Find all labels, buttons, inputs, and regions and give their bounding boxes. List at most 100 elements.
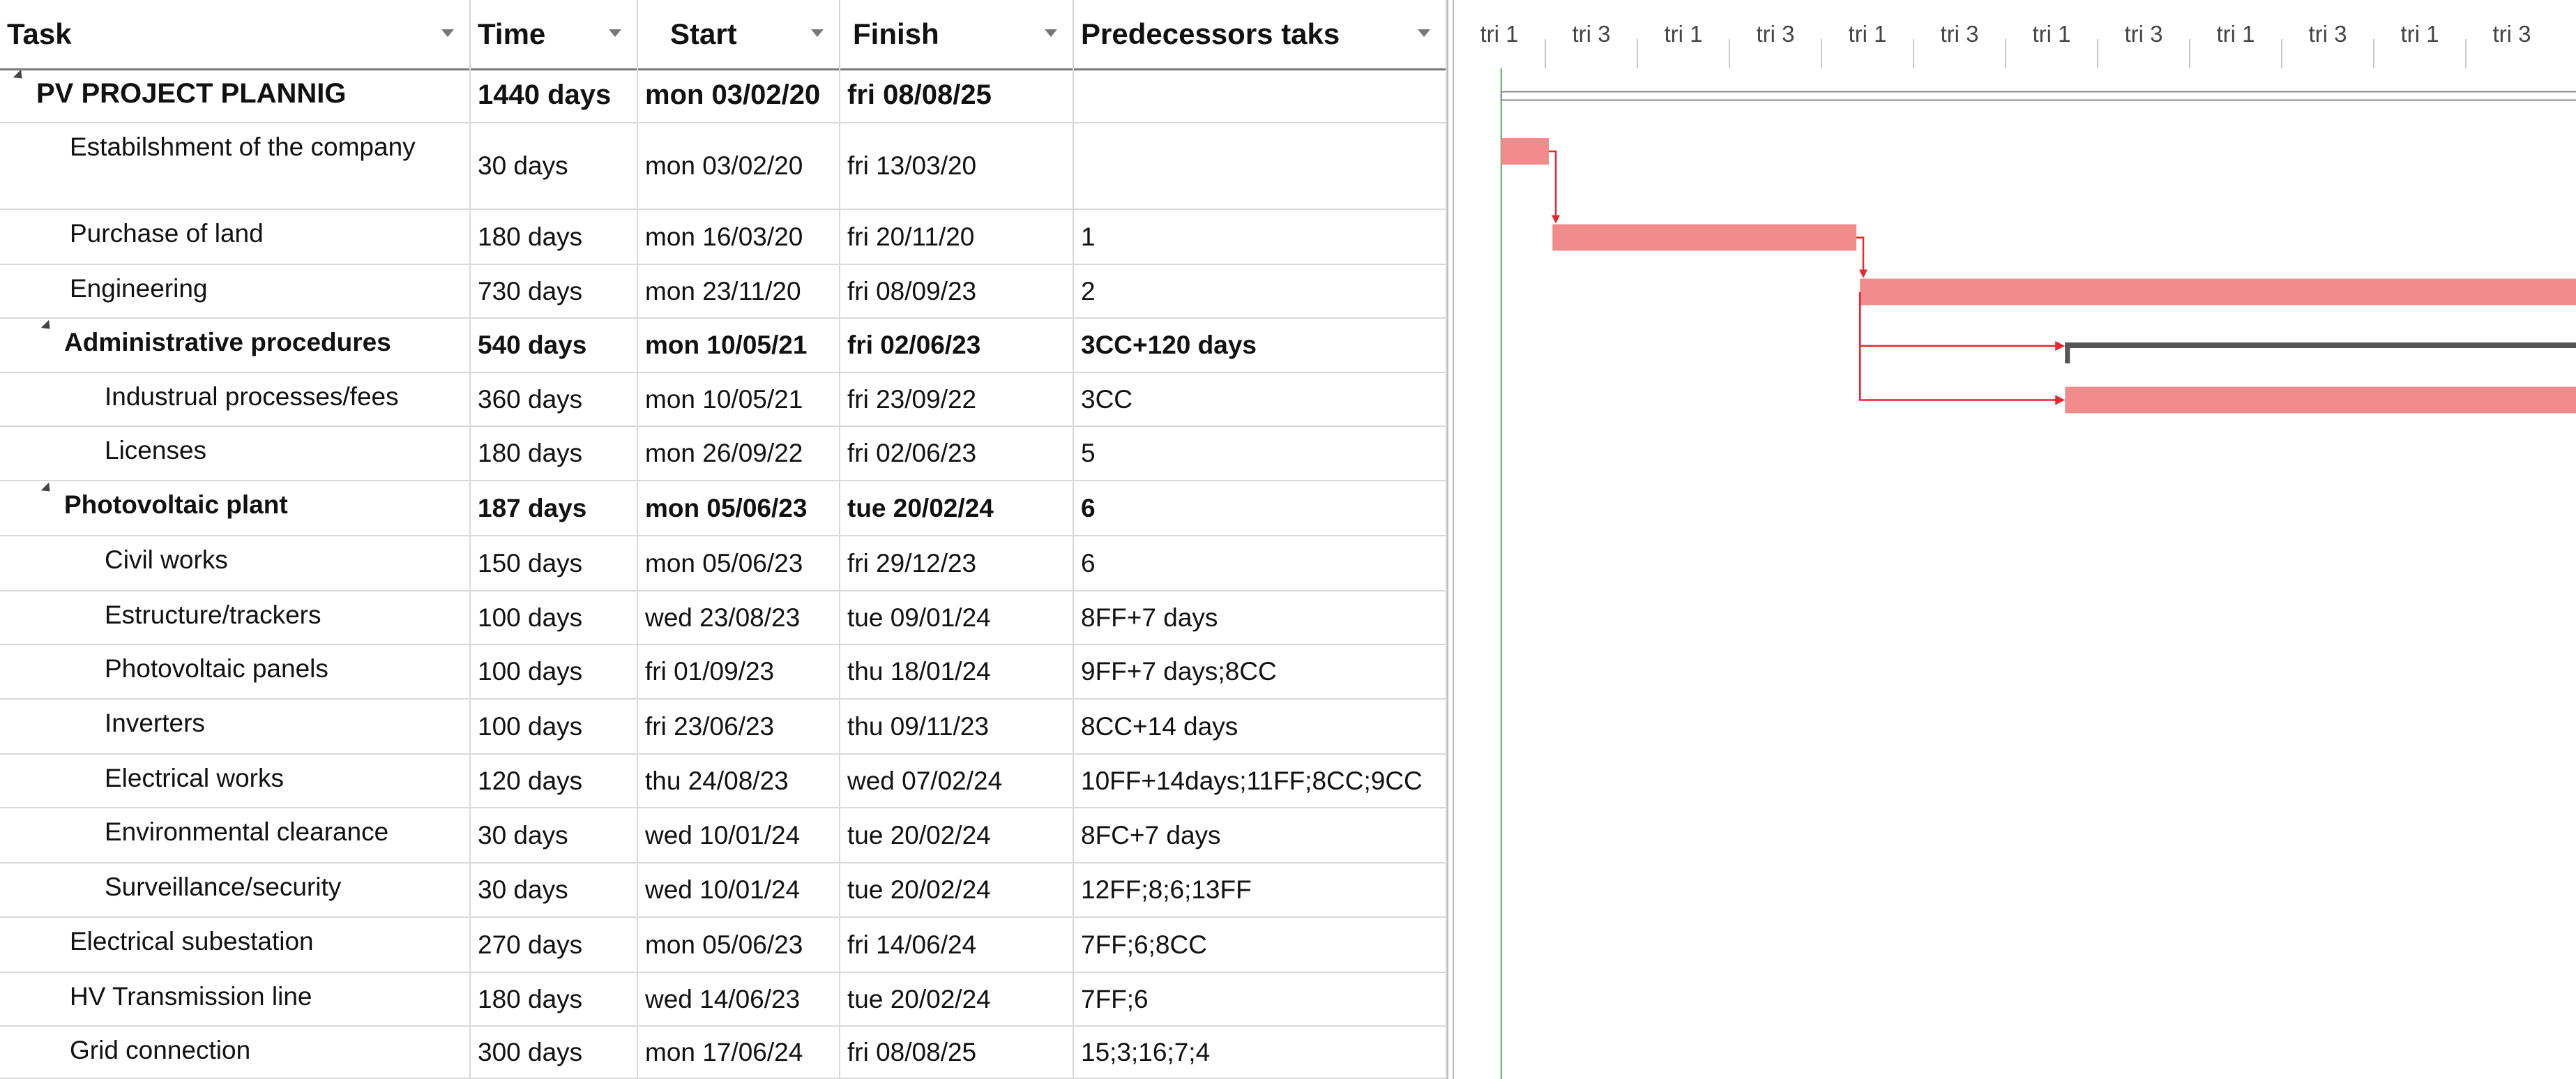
cell-pred[interactable]: 10FF+14days;11FF;8CC;9CC xyxy=(1074,755,1447,807)
column-header-finish[interactable]: Finish xyxy=(840,0,1074,68)
cell-name[interactable]: PV PROJECT PLANNIG xyxy=(0,68,471,122)
column-header-predecessors[interactable]: Predecessors taks xyxy=(1074,0,1447,68)
cell-finish[interactable]: wed 07/02/24 xyxy=(840,755,1074,807)
cell-finish[interactable]: tue 20/02/24 xyxy=(840,973,1074,1025)
cell-time[interactable]: 187 days xyxy=(471,481,638,535)
cell-pred[interactable]: 9FF+7 days;8CC xyxy=(1074,645,1447,698)
cell-finish[interactable]: fri 02/06/23 xyxy=(840,427,1074,480)
cell-finish[interactable]: tue 20/02/24 xyxy=(840,481,1074,535)
cell-name[interactable]: Surveillance/security xyxy=(0,863,471,916)
cell-time[interactable]: 100 days xyxy=(471,700,638,753)
task-row[interactable]: Estabilshment of the company 30 days mon 0… xyxy=(0,123,1447,210)
cell-name[interactable]: Administrative procedures xyxy=(0,319,471,372)
cell-start[interactable]: mon 10/05/21 xyxy=(638,319,840,372)
cell-start[interactable]: wed 10/01/24 xyxy=(638,863,840,916)
task-bar[interactable] xyxy=(1552,224,1856,251)
task-row[interactable]: Surveillance/security 30 days wed 10/01/24… xyxy=(0,863,1447,918)
cell-finish[interactable]: tue 20/02/24 xyxy=(840,863,1074,916)
cell-start[interactable]: mon 17/06/24 xyxy=(638,1027,840,1078)
cell-start[interactable]: mon 05/06/23 xyxy=(638,918,840,972)
cell-start[interactable]: mon 05/06/23 xyxy=(638,536,840,590)
task-row[interactable]: Civil works 150 days mon 05/06/23 fri 29/12… xyxy=(0,536,1447,591)
cell-time[interactable]: 150 days xyxy=(471,536,638,590)
collapse-caret-icon[interactable] xyxy=(13,69,26,83)
cell-time[interactable]: 100 days xyxy=(471,591,638,644)
cell-start[interactable]: fri 01/09/23 xyxy=(638,645,840,698)
cell-time[interactable]: 30 days xyxy=(471,123,638,209)
cell-start[interactable]: mon 05/06/23 xyxy=(638,481,840,535)
cell-start[interactable]: mon 26/09/22 xyxy=(638,427,840,480)
filter-dropdown-icon[interactable] xyxy=(609,29,621,37)
cell-start[interactable]: mon 23/11/20 xyxy=(638,265,840,317)
cell-name[interactable]: Civil works xyxy=(0,536,471,590)
cell-pred[interactable]: 3CC+120 days xyxy=(1074,319,1447,372)
cell-pred[interactable]: 7FF;6;8CC xyxy=(1074,918,1447,972)
cell-finish[interactable]: fri 13/03/20 xyxy=(840,123,1074,209)
cell-name[interactable]: HV Transmission line xyxy=(0,973,471,1025)
cell-name[interactable]: Estabilshment of the company xyxy=(0,123,471,209)
cell-name[interactable]: Purchase of land xyxy=(0,210,471,264)
column-header-time[interactable]: Time xyxy=(471,0,638,68)
summary-task-row[interactable]: Photovoltaic plant 187 days mon 05/06/23 tu… xyxy=(0,481,1447,536)
cell-finish[interactable]: fri 02/06/23 xyxy=(840,319,1074,372)
filter-dropdown-icon[interactable] xyxy=(1418,29,1430,37)
cell-finish[interactable]: thu 18/01/24 xyxy=(840,645,1074,698)
cell-finish[interactable]: fri 14/06/24 xyxy=(840,918,1074,972)
cell-pred[interactable]: 5 xyxy=(1074,427,1447,480)
collapse-caret-icon[interactable] xyxy=(40,319,54,333)
task-row[interactable]: Industrual processes/fees 360 days mon 10/… xyxy=(0,373,1447,427)
cell-pred[interactable]: 6 xyxy=(1074,536,1447,590)
cell-time[interactable]: 100 days xyxy=(471,645,638,698)
project-summary-bar[interactable] xyxy=(1500,91,2576,101)
task-row[interactable]: Grid connection 300 days mon 17/06/24 fri 0… xyxy=(0,1027,1447,1079)
cell-start[interactable]: mon 03/02/20 xyxy=(638,123,840,209)
cell-time[interactable]: 30 days xyxy=(471,863,638,916)
task-row[interactable]: Engineering 730 days mon 23/11/20 fri 08/09… xyxy=(0,265,1447,319)
cell-start[interactable]: mon 16/03/20 xyxy=(638,210,840,264)
task-row[interactable]: Purchase of land 180 days mon 16/03/20 fri … xyxy=(0,210,1447,265)
cell-name[interactable]: Industrual processes/fees xyxy=(0,373,471,425)
cell-pred[interactable]: 3CC xyxy=(1074,373,1447,425)
cell-name[interactable]: Photovoltaic plant xyxy=(0,481,471,535)
task-row[interactable]: Licenses 180 days mon 26/09/22 fri 02/06/23… xyxy=(0,427,1447,481)
cell-start[interactable]: wed 14/06/23 xyxy=(638,973,840,1025)
cell-start[interactable]: wed 23/08/23 xyxy=(638,591,840,644)
column-header-start[interactable]: Start xyxy=(638,0,840,68)
cell-pred[interactable]: 8FF+7 days xyxy=(1074,591,1447,644)
cell-finish[interactable]: fri 29/12/23 xyxy=(840,536,1074,590)
cell-name[interactable]: Photovoltaic panels xyxy=(0,645,471,698)
cell-pred[interactable]: 7FF;6 xyxy=(1074,973,1447,1025)
cell-pred[interactable]: 1 xyxy=(1074,210,1447,264)
cell-pred[interactable]: 8FC+7 days xyxy=(1074,808,1447,862)
task-row[interactable]: HV Transmission line 180 days wed 14/06/23… xyxy=(0,973,1447,1027)
column-header-task[interactable]: Task xyxy=(0,0,471,68)
cell-start[interactable]: wed 10/01/24 xyxy=(638,808,840,862)
task-row[interactable]: Inverters 100 days fri 23/06/23 thu 09/11/2… xyxy=(0,700,1447,755)
cell-pred[interactable] xyxy=(1074,68,1447,122)
cell-time[interactable]: 120 days xyxy=(471,755,638,807)
task-bar[interactable] xyxy=(1860,278,2576,305)
cell-pred[interactable]: 2 xyxy=(1074,265,1447,317)
cell-start[interactable]: thu 24/08/23 xyxy=(638,755,840,807)
cell-start[interactable]: mon 03/02/20 xyxy=(638,68,840,122)
cell-name[interactable]: Licenses xyxy=(0,427,471,480)
cell-name[interactable]: Environmental clearance xyxy=(0,808,471,862)
cell-time[interactable]: 180 days xyxy=(471,427,638,480)
cell-finish[interactable]: fri 20/11/20 xyxy=(840,210,1074,264)
cell-start[interactable]: fri 23/06/23 xyxy=(638,700,840,753)
cell-time[interactable]: 540 days xyxy=(471,319,638,372)
task-row[interactable]: Electrical works 120 days thu 24/08/23 wed … xyxy=(0,755,1447,808)
filter-dropdown-icon[interactable] xyxy=(441,29,454,37)
summary-task-row[interactable]: Administrative procedures 540 days mon 10/… xyxy=(0,319,1447,373)
cell-name[interactable]: Electrical works xyxy=(0,755,471,807)
summary-bar[interactable] xyxy=(2065,342,2576,348)
filter-dropdown-icon[interactable] xyxy=(811,29,824,37)
task-bar[interactable] xyxy=(1501,138,1549,165)
cell-time[interactable]: 180 days xyxy=(471,973,638,1025)
cell-name[interactable]: Inverters xyxy=(0,700,471,753)
task-row[interactable]: Estructure/trackers 100 days wed 23/08/23 t… xyxy=(0,591,1447,645)
cell-pred[interactable]: 15;3;16;7;4 xyxy=(1074,1027,1447,1078)
cell-finish[interactable]: fri 08/08/25 xyxy=(840,68,1074,122)
task-row[interactable]: Environmental clearance 30 days wed 10/01/… xyxy=(0,808,1447,863)
cell-name[interactable]: Grid connection xyxy=(0,1027,471,1078)
